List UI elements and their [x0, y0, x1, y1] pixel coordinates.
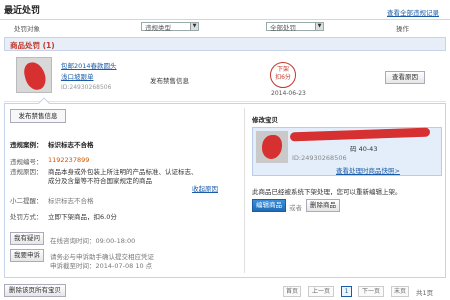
stamp-line1: 下架 [276, 66, 289, 73]
panel-divider [244, 108, 245, 273]
appeal-button[interactable]: 我要申诉 [10, 249, 44, 262]
view-all-violations-link[interactable]: 查看全部违规记录 [387, 7, 439, 17]
penalty-label: 处罚方式： [10, 213, 43, 221]
view-reason-button[interactable]: 查看原因 [385, 71, 425, 84]
fix-title: 修改宝贝 [252, 116, 278, 124]
edit-item-button[interactable]: 编辑商品 [252, 199, 286, 212]
penalty-stamp: 下架 扣6分 [270, 62, 296, 88]
page-current[interactable]: 1 [341, 286, 352, 297]
appeal-deadline: 申诉截至时间：2014-07-08 10 点 [50, 262, 153, 270]
delete-item-button[interactable]: 删除商品 [306, 199, 340, 212]
number-label: 违规编号： [10, 158, 43, 166]
page-last[interactable]: 末页 [391, 286, 409, 297]
page-total: 共1页 [416, 289, 434, 297]
question-hours: 在线咨询时间：09:00-18:00 [50, 237, 136, 245]
fix-item-line: 码 40-43 [350, 145, 378, 153]
penalty-filter-select-value: 全部处罚 [270, 24, 296, 32]
column-header-row: 处罚对象 违规类型 ▼ 全部处罚 ▼ 操作 [4, 21, 446, 34]
question-button[interactable]: 我有疑问 [10, 232, 44, 245]
penalty-filter-select[interactable]: 全部处罚 ▼ [266, 22, 324, 32]
stamp-line2: 扣6分 [275, 74, 291, 81]
item-id: ID:24930268506 [61, 84, 112, 91]
case-value: 标识标志不合格 [48, 141, 94, 149]
fix-item-id: ID:24930268506 [292, 154, 347, 162]
page-title: 最近处罚 [4, 6, 41, 16]
section-bar [4, 37, 446, 51]
reason-label: 违规原因： [10, 168, 43, 176]
item-violation: 发布禁售信息 [150, 77, 189, 85]
item-date: 2014-06-23 [271, 90, 306, 97]
tip-label: 小二提醒： [10, 197, 43, 205]
fix-item-thumbnail[interactable] [256, 131, 288, 163]
column-action: 操作 [396, 25, 409, 33]
chevron-down-icon: ▼ [190, 23, 198, 30]
reason-line2: 成分及含量等不符合国家规定的商品 [48, 177, 152, 185]
chevron-down-icon: ▼ [315, 23, 323, 30]
tab-prohibited-info[interactable]: 发布禁售信息 [10, 109, 66, 123]
tip-value: 标识标志不合格 [48, 197, 94, 205]
page-first[interactable]: 首页 [283, 286, 301, 297]
delete-all-button[interactable]: 删除该页所有宝贝 [4, 284, 66, 297]
case-label: 违规案例： [10, 141, 43, 149]
item-title-line2[interactable]: 浅口坡跟单 [61, 71, 94, 81]
section-title: 商品处罚 (1) [10, 41, 55, 50]
number-value: 1192237899 [48, 156, 90, 164]
column-target: 处罚对象 [14, 25, 40, 33]
title-divider [0, 19, 450, 20]
page-prev[interactable]: 上一页 [308, 286, 334, 297]
item-thumbnail[interactable] [16, 57, 52, 93]
violation-type-select[interactable]: 违规类型 ▼ [141, 22, 199, 32]
page-next[interactable]: 下一页 [358, 286, 384, 297]
fix-notice: 此商品已经被系统下架处理，您可以重新编辑上架。 [252, 188, 402, 196]
penalty-value: 立即下架商品，扣6.0分 [48, 213, 117, 221]
item-title-line1[interactable]: 包邮2014春款圆头 [61, 60, 117, 70]
collapse-reason-link[interactable]: 收起原因 [192, 183, 218, 193]
violation-type-select-value: 违规类型 [145, 24, 171, 32]
view-snapshot-link[interactable]: 查看处理时商品快照> [336, 165, 400, 175]
or-text: 或者 [289, 204, 302, 212]
